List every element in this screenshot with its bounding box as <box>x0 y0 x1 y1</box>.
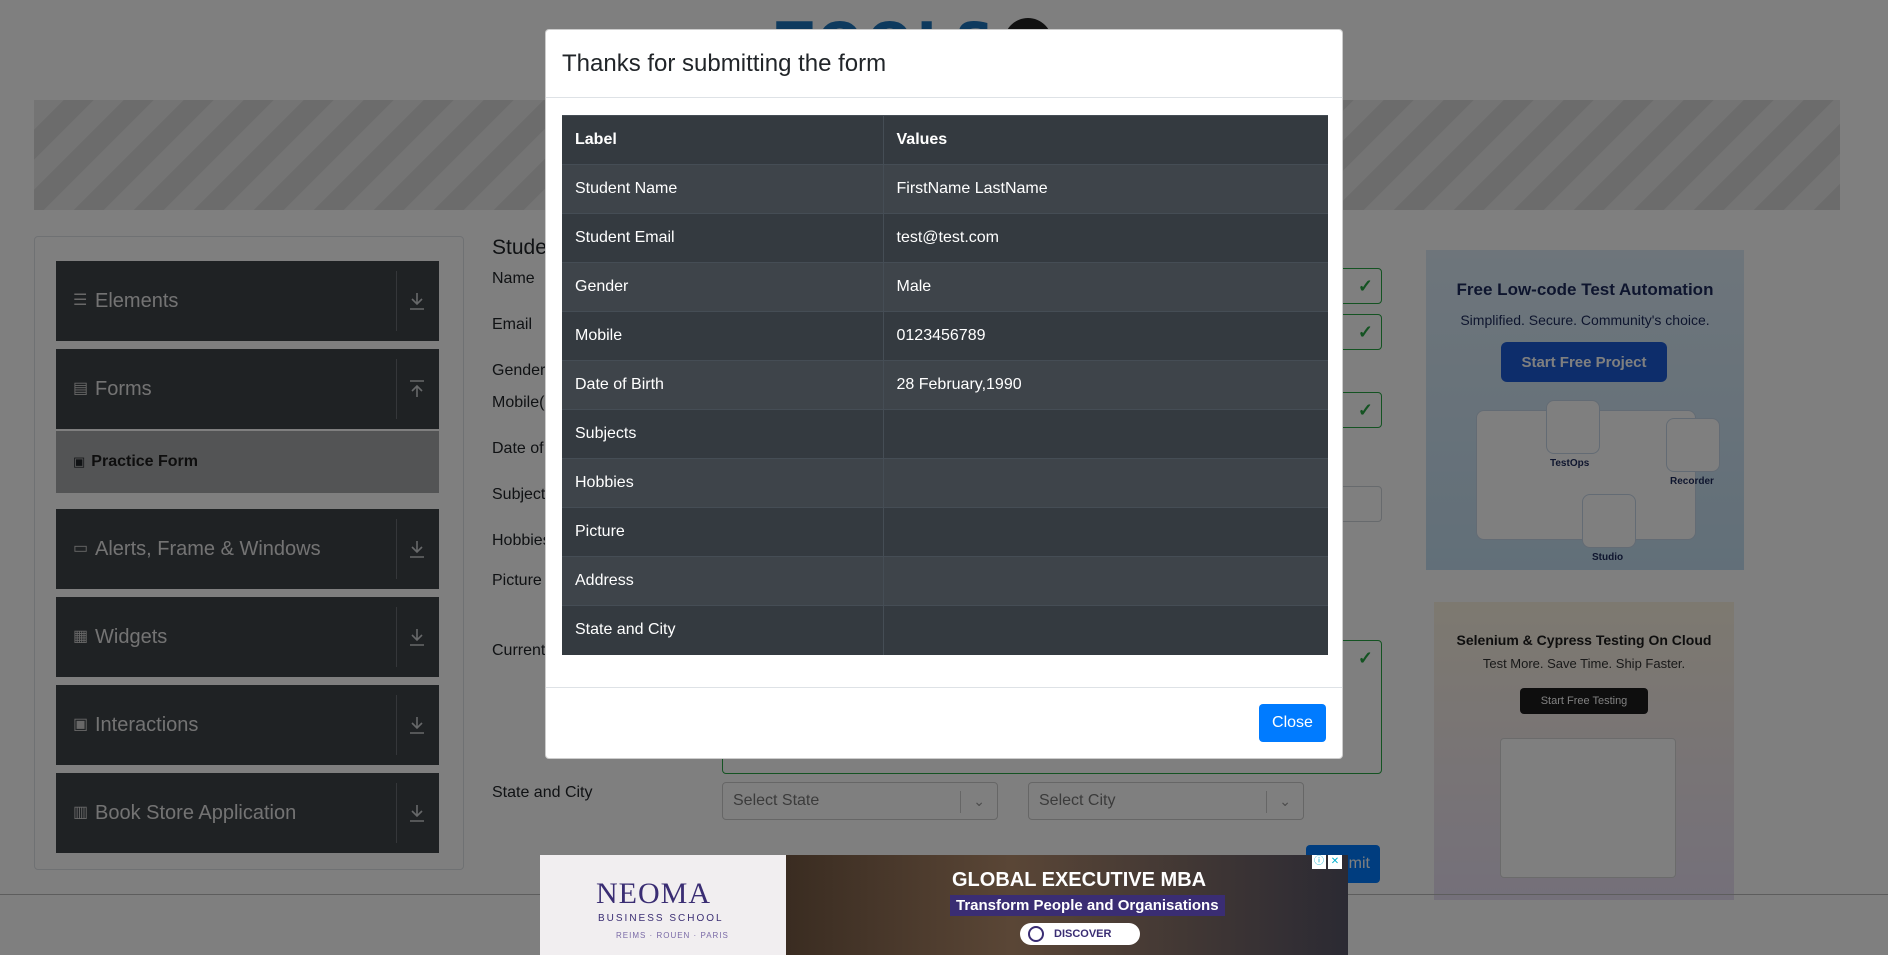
bottom-banner-ad[interactable]: NEOMA BUSINESS SCHOOL REIMS · ROUEN · PA… <box>540 855 1348 955</box>
row-label: Subjects <box>562 409 883 459</box>
ad-headline: GLOBAL EXECUTIVE MBA <box>952 869 1207 891</box>
row-label: Picture <box>562 507 883 557</box>
table-row: Picture <box>562 507 1328 557</box>
row-label: Date of Birth <box>562 360 883 410</box>
submission-modal: Thanks for submitting the form Label Val… <box>545 29 1343 759</box>
ad-brand: NEOMA <box>596 877 711 910</box>
table-row: Student Email test@test.com <box>562 213 1328 263</box>
table-row: Hobbies <box>562 458 1328 508</box>
row-label: Gender <box>562 262 883 312</box>
row-value <box>882 507 1328 557</box>
row-label: Student Name <box>562 164 883 214</box>
submission-table: Label Values Student Name FirstName LastN… <box>562 115 1328 655</box>
row-label: Address <box>562 556 883 606</box>
table-row: Address <box>562 556 1328 606</box>
row-value: FirstName LastName <box>882 164 1328 214</box>
column-header: Values <box>882 115 1328 165</box>
close-icon[interactable]: ✕ <box>1328 855 1342 869</box>
row-label: Hobbies <box>562 458 883 508</box>
modal-header: Thanks for submitting the form <box>546 30 1342 98</box>
row-label: Mobile <box>562 311 883 361</box>
table-header-row: Label Values <box>562 115 1328 165</box>
ad-cities: REIMS · ROUEN · PARIS <box>616 931 729 940</box>
modal-title: Thanks for submitting the form <box>562 50 887 77</box>
adchoices-icon[interactable]: ⓘ <box>1312 855 1326 869</box>
table-row: Student Name FirstName LastName <box>562 164 1328 214</box>
table-row: State and City <box>562 605 1328 655</box>
close-button[interactable]: Close <box>1259 704 1326 742</box>
ad-tagline: Transform People and Organisations <box>950 895 1225 916</box>
table-row: Subjects <box>562 409 1328 459</box>
ad-cta-label: DISCOVER <box>1054 928 1112 940</box>
ad-discover-button[interactable]: DISCOVER <box>1020 923 1140 945</box>
ad-school: BUSINESS SCHOOL <box>598 913 724 924</box>
row-value <box>882 605 1328 655</box>
row-value: 0123456789 <box>882 311 1328 361</box>
row-value <box>882 556 1328 606</box>
table-row: Mobile 0123456789 <box>562 311 1328 361</box>
arrow-circle-icon <box>1028 926 1044 942</box>
row-label: Student Email <box>562 213 883 263</box>
column-header: Label <box>562 115 883 165</box>
row-value <box>882 409 1328 459</box>
modal-footer: Close <box>546 687 1342 759</box>
row-value: Male <box>882 262 1328 312</box>
table-row: Gender Male <box>562 262 1328 312</box>
row-value <box>882 458 1328 508</box>
row-value: test@test.com <box>882 213 1328 263</box>
table-row: Date of Birth 28 February,1990 <box>562 360 1328 410</box>
row-label: State and City <box>562 605 883 655</box>
row-value: 28 February,1990 <box>882 360 1328 410</box>
adchoices[interactable]: ⓘ ✕ <box>1312 855 1342 871</box>
